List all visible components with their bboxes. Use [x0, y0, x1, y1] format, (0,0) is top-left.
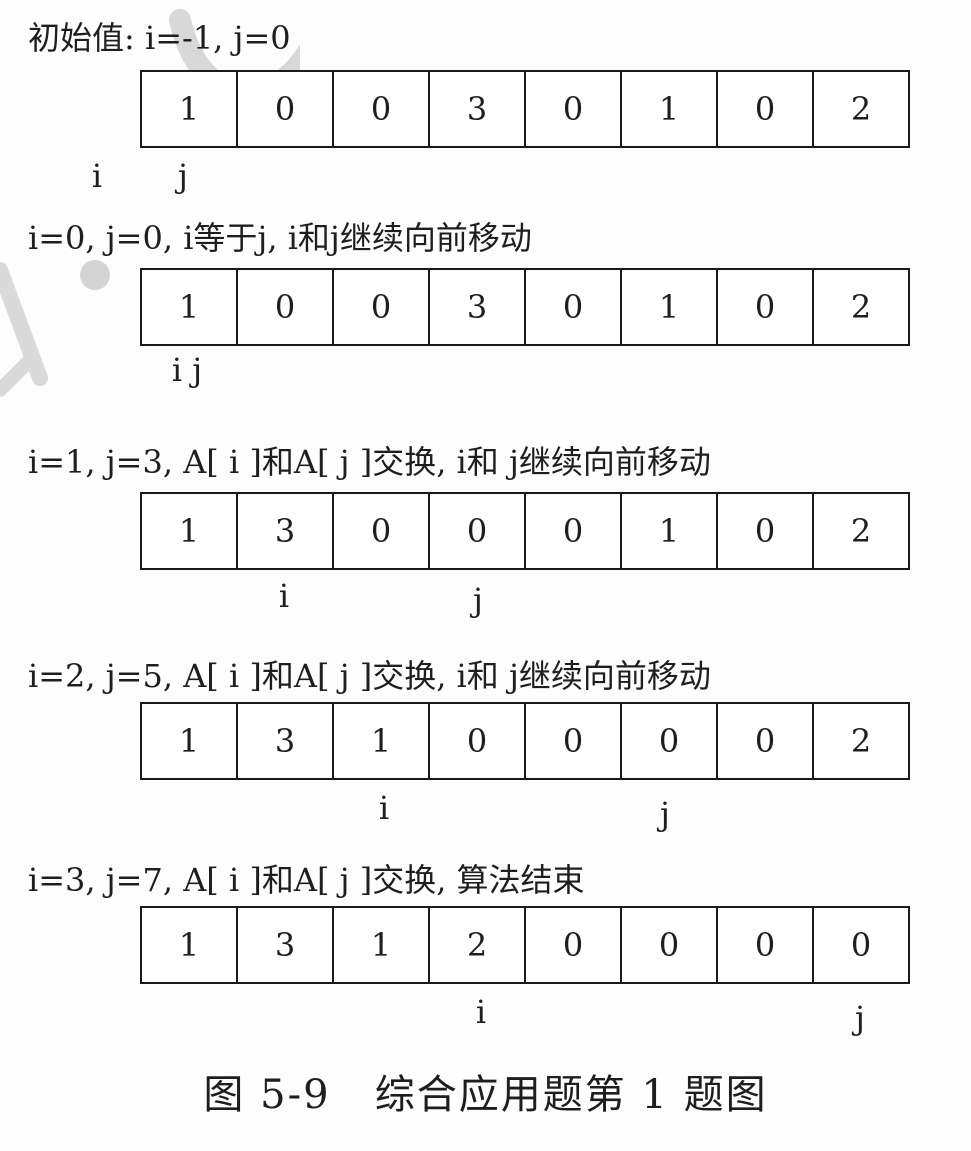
array-cell: 1 — [622, 270, 718, 344]
array-cell: 2 — [850, 722, 872, 760]
array-row: 1 0 0 3 0 1 0 2 — [140, 268, 910, 346]
array-cell: 0 — [334, 72, 430, 146]
array-cell: 1 — [334, 908, 430, 982]
array-cell: 0 — [334, 270, 430, 344]
array-cell: 0 — [718, 72, 814, 146]
array-cell: 0 — [622, 908, 718, 982]
array-cell: 3 — [238, 494, 334, 568]
step-caption: i=2, j=5, A[ i ]和A[ j ]交换, i和 j继续向前移动 — [28, 657, 711, 695]
watermark-mark — [0, 9, 300, 397]
array-cell: 1 — [142, 494, 238, 568]
pointer-i: i — [475, 993, 487, 1031]
array-cell: 2 — [430, 908, 526, 982]
pointer-i: i — [278, 577, 290, 615]
array-cell: 1 — [142, 270, 238, 344]
array-row: 1 3 0 0 0 1 0 2 — [140, 492, 910, 570]
step-caption: i=0, j=0, i等于j, i和j继续向前移动 — [28, 219, 532, 257]
figure-caption: 图 5-9 综合应用题第 1 题图 — [203, 1072, 768, 1118]
array-cell: 0 — [718, 494, 814, 568]
array-cell: 0 — [430, 494, 526, 568]
pointer-i: i — [378, 789, 390, 827]
array-cell: 0 — [334, 494, 430, 568]
figure-canvas: 初始值: i=-1, j=0 1 0 0 3 0 1 0 2 i j i=0, … — [0, 0, 971, 1151]
array-cell: 3 — [430, 270, 526, 344]
pointer-j: j — [660, 795, 670, 833]
array-cell: 0 — [718, 270, 814, 344]
array-cell: 0 — [622, 704, 718, 778]
array-cell: 1 — [142, 704, 238, 778]
pointer-j: j — [178, 157, 188, 195]
array-cell: 0 — [718, 908, 814, 982]
array-cell: 1 — [142, 72, 238, 146]
array-row: 1 3 1 2 0 0 0 0 — [140, 906, 910, 984]
pointer-j: j — [473, 581, 483, 619]
array-cell: 3 — [238, 704, 334, 778]
array-cell: 0 — [238, 72, 334, 146]
array-cell: 2 — [850, 512, 872, 550]
array-cell: 3 — [430, 72, 526, 146]
array-cell: 1 — [334, 704, 430, 778]
array-cell: 0 — [238, 270, 334, 344]
array-cell: 2 — [850, 90, 872, 128]
array-row: 1 0 0 3 0 1 0 2 — [140, 70, 910, 148]
pointer-j: j — [855, 999, 865, 1037]
array-cell: 0 — [850, 926, 872, 964]
step-caption: i=3, j=7, A[ i ]和A[ j ]交换, 算法结束 — [28, 861, 585, 899]
array-cell: 1 — [142, 908, 238, 982]
array-cell: 2 — [850, 288, 872, 326]
array-cell: 0 — [526, 270, 622, 344]
pointer-i: i — [91, 157, 103, 195]
step-caption: 初始值: i=-1, j=0 — [28, 19, 291, 57]
pointer-ij: i j — [171, 351, 203, 389]
array-cell: 0 — [526, 72, 622, 146]
array-cell: 0 — [430, 704, 526, 778]
array-cell: 0 — [526, 704, 622, 778]
step-caption: i=1, j=3, A[ i ]和A[ j ]交换, i和 j继续向前移动 — [28, 443, 711, 481]
array-row: 1 3 1 0 0 0 0 2 — [140, 702, 910, 780]
array-cell: 0 — [718, 704, 814, 778]
array-cell: 0 — [526, 908, 622, 982]
array-cell: 1 — [622, 494, 718, 568]
array-cell: 0 — [526, 494, 622, 568]
array-cell: 3 — [238, 908, 334, 982]
array-cell: 1 — [622, 72, 718, 146]
